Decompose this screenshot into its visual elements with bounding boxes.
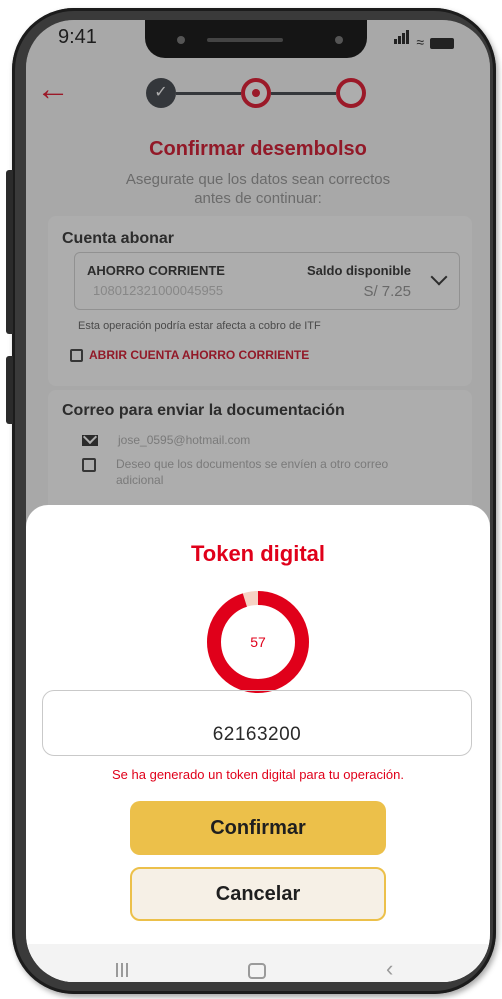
back-icon[interactable]: ‹: [386, 956, 393, 982]
phone-side-button: [6, 170, 13, 334]
status-time: 9:41: [58, 26, 97, 48]
camera-notch: [145, 20, 367, 58]
phone-side-button: [6, 356, 13, 424]
token-input[interactable]: 62163200: [42, 690, 472, 756]
token-title: Token digital: [190, 541, 326, 566]
cancel-button[interactable]: Cancelar: [130, 867, 386, 921]
countdown-timer: 57: [203, 587, 313, 697]
countdown-value: 57: [250, 634, 266, 650]
signal-icon: [394, 30, 410, 49]
home-icon[interactable]: [248, 963, 266, 979]
token-message: Se ha generado un token digital para tu …: [112, 767, 404, 782]
status-icons: ≈: [394, 30, 454, 49]
phone-screen: 9:41 ≈ ← ✓ Confirmar desembolso Asegurat…: [26, 20, 490, 982]
wifi-icon: ≈: [416, 34, 424, 50]
token-bottom-sheet: Token digital 57 62163200 Se ha generado…: [26, 505, 490, 982]
front-camera: [335, 36, 343, 44]
system-nav-bar: ‹: [26, 944, 490, 982]
sensor-dot: [177, 36, 185, 44]
recent-apps-icon[interactable]: [116, 963, 130, 977]
speaker-grille: [207, 38, 283, 42]
battery-icon: [430, 38, 454, 49]
confirm-button[interactable]: Confirmar: [130, 801, 386, 855]
